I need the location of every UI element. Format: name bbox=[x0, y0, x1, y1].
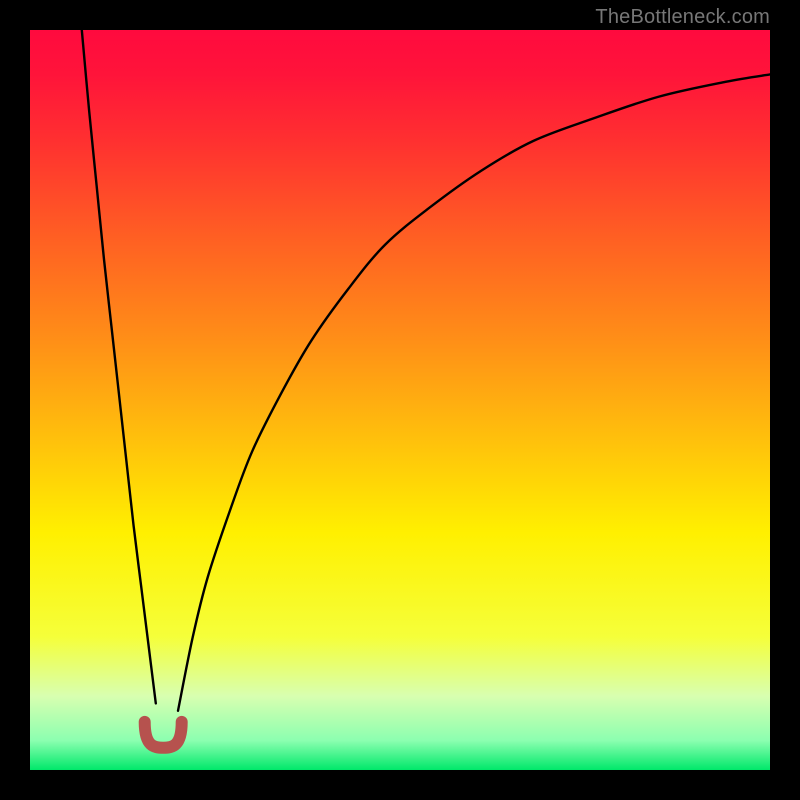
chart-frame: TheBottleneck.com bbox=[0, 0, 800, 800]
curve-left-branch bbox=[82, 30, 156, 703]
plot-area bbox=[30, 30, 770, 770]
curve-layer bbox=[30, 30, 770, 770]
curve-right-branch bbox=[178, 74, 770, 710]
watermark-text: TheBottleneck.com bbox=[595, 6, 770, 29]
minimum-marker bbox=[145, 722, 182, 748]
